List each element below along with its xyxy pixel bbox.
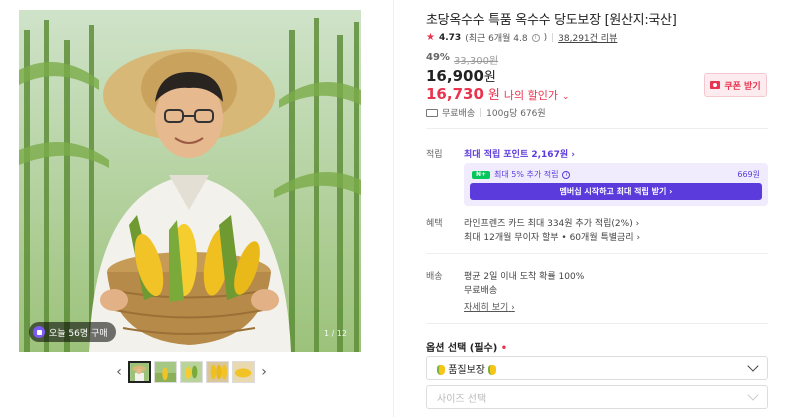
- options-title-text: 옵션 선택 (필수): [426, 343, 498, 354]
- thumbnail-5[interactable]: [232, 361, 255, 383]
- my-price-unit: 원: [487, 88, 500, 103]
- coupon-icon: [710, 81, 721, 89]
- star-icon: ★: [426, 32, 435, 43]
- chevron-right-icon: ›: [511, 303, 515, 313]
- thumbnail-4[interactable]: [206, 361, 229, 383]
- coupon-button-label: 쿠폰 받기: [724, 81, 761, 92]
- divider: [426, 323, 768, 324]
- card-benefit-text: 라인프렌즈 카드 최대 334원 추가 적립(2%): [464, 219, 633, 229]
- purchase-count-text: 오늘 56명 구매: [49, 328, 108, 339]
- coupon-button[interactable]: 쿠폰 받기: [704, 73, 767, 97]
- sale-price-number: 16,900: [426, 67, 484, 85]
- farmer-corn-photo: [19, 10, 361, 352]
- chevron-right-icon: ›: [636, 233, 641, 243]
- delivery-detail-text: 자세히 보기: [464, 303, 509, 313]
- my-discount-price[interactable]: 16,730 원 나의 할인가 ⌄: [426, 84, 570, 103]
- review-count-link[interactable]: 38,291건 리뷰: [558, 31, 617, 44]
- sale-price: 16,900원: [426, 66, 496, 85]
- info-icon[interactable]: i: [531, 33, 540, 42]
- delivery-fee-text: 무료배송: [464, 286, 498, 296]
- discount-row: 49% 33,300원: [426, 52, 498, 67]
- installment-benefit-link[interactable]: 최대 12개월 무이자 할부 • 60개월 특별금리 ›: [464, 230, 640, 243]
- membership-line: N+ 최대 5% 추가 적립 i: [472, 169, 571, 180]
- rating-row: ★ 4.73 (최근 6개월 4.8 i) | 38,291건 리뷰: [426, 31, 617, 44]
- separator: |: [551, 32, 555, 43]
- shipping-summary-row: 무료배송 | 100g당 676원: [426, 106, 546, 119]
- chevron-right-icon: ›: [635, 219, 640, 229]
- chevron-down-icon: [747, 360, 759, 372]
- membership-button-label: 멤버십 시작하고 최대 적립 받기: [559, 187, 667, 196]
- quality-option-value: 품질보장: [437, 361, 497, 376]
- membership-amount: 669원: [737, 170, 760, 179]
- info-icon[interactable]: i: [562, 170, 571, 179]
- thumbnail-3[interactable]: [180, 361, 203, 383]
- installment-benefit-text: 최대 12개월 무이자 할부 • 60개월 특별금리: [464, 233, 634, 243]
- membership-box: N+ 최대 5% 추가 적립 i 669원 멤버십 시작하고 최대 적립 받기 …: [464, 163, 768, 206]
- my-price-number: 16,730: [426, 85, 484, 103]
- quality-option-select[interactable]: 품질보장: [426, 356, 768, 380]
- max-points-link[interactable]: 최대 적립 포인트 2,167원 ›: [464, 147, 575, 160]
- size-option-select[interactable]: 사이즈 선택: [426, 385, 768, 409]
- required-mark: •: [500, 343, 508, 354]
- delivery-label: 배송: [426, 272, 443, 282]
- separator: |: [479, 107, 483, 118]
- product-title: 초당옥수수 특품 옥수수 당도보장 [원산지:국산]: [426, 13, 677, 28]
- card-benefit-link[interactable]: 라인프렌즈 카드 최대 334원 추가 적립(2%) ›: [464, 216, 639, 229]
- rating-detail: (최근 6개월 4.8: [465, 34, 528, 44]
- membership-start-button[interactable]: 멤버십 시작하고 최대 적립 받기 ›: [470, 183, 762, 200]
- prev-image-arrow-icon[interactable]: ‹: [113, 361, 125, 383]
- size-option-placeholder: 사이즈 선택: [437, 393, 487, 405]
- max-points-text: 최대 적립 포인트 2,167원: [464, 150, 569, 160]
- purchase-count-badge: 오늘 56명 구매: [29, 322, 116, 342]
- next-image-arrow-icon[interactable]: ›: [258, 361, 270, 383]
- original-price: 33,300원: [453, 56, 499, 67]
- rating-detail-close: ): [543, 32, 548, 43]
- options-title: 옵션 선택 (필수) •: [426, 339, 507, 354]
- points-label: 적립: [426, 150, 443, 160]
- corn-icon: [488, 364, 497, 375]
- chevron-down-icon: [747, 389, 759, 401]
- discount-rate: 49%: [426, 52, 450, 63]
- delivery-arrival-text: 평균 2일 이내 도착 확률 100%: [464, 272, 585, 282]
- chevron-right-icon: ›: [571, 150, 575, 160]
- sale-price-unit: 원: [483, 70, 496, 85]
- shipping-summary: 무료배송: [442, 109, 476, 119]
- unit-price: 100g당 676원: [486, 109, 546, 119]
- rating-score: 4.73: [438, 32, 462, 43]
- corn-icon: [437, 364, 445, 375]
- my-price-label: 나의 할인가: [503, 89, 558, 102]
- chevron-down-icon: ⌄: [561, 92, 570, 102]
- quality-option-label: 품질보장: [448, 364, 485, 376]
- divider: [426, 128, 768, 129]
- thumbnail-1[interactable]: [128, 361, 151, 383]
- thumbnail-2[interactable]: [154, 361, 177, 383]
- chevron-right-icon: ›: [669, 187, 673, 196]
- truck-icon: [426, 108, 438, 117]
- product-main-image[interactable]: 오늘 56명 구매 1 / 12: [19, 10, 361, 352]
- thumbnail-strip: ‹ ›: [113, 361, 270, 383]
- divider: [426, 253, 768, 254]
- membership-extra-text: 최대 5% 추가 적립: [494, 170, 559, 179]
- benefits-label: 혜택: [426, 219, 443, 229]
- delivery-detail-link[interactable]: 자세히 보기 ›: [464, 300, 515, 313]
- npay-membership-icon: N+: [472, 170, 490, 179]
- badge-icon: [33, 326, 45, 338]
- image-counter: 1 / 12: [323, 329, 347, 338]
- column-divider: [393, 0, 394, 417]
